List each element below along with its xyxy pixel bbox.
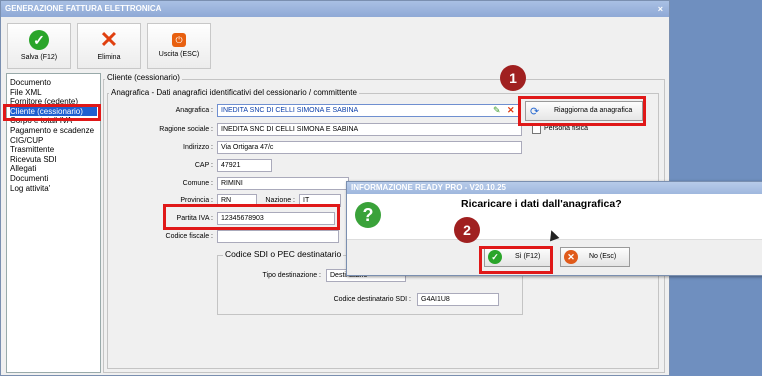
window-title: GENERAZIONE FATTURA ELETTRONICA — [5, 4, 162, 13]
check-icon: ✓ — [29, 30, 49, 50]
window-titlebar: GENERAZIONE FATTURA ELETTRONICA × — [1, 1, 669, 17]
ragione-sociale-label: Ragione sociale : — [159, 126, 213, 133]
provincia-label: Provincia : — [180, 197, 213, 204]
comune-label: Comune : — [182, 180, 213, 187]
persona-fisica-label: Persona fisica — [544, 125, 588, 132]
dialog-titlebar: INFORMAZIONE READY PRO - V20.10.25 — [347, 182, 762, 194]
dialog-message: Ricaricare i dati dall'anagrafica? — [461, 198, 622, 210]
persona-fisica-checkbox[interactable] — [532, 125, 541, 134]
anagrafica-section-title: Anagrafica - Dati anagrafici identificat… — [109, 88, 359, 97]
save-button-label: Salva (F12) — [20, 54, 58, 61]
no-button[interactable]: ✕ No (Esc) — [560, 247, 630, 267]
exit-button-label: Uscita (ESC) — [158, 51, 200, 58]
nazione-label: Nazione : — [265, 197, 295, 204]
sidebar-item-documento[interactable]: Documento — [10, 78, 97, 88]
x-icon: ✕ — [99, 27, 119, 52]
sidebar: Documento File XML Fornitore (cedente) C… — [6, 73, 101, 373]
exit-icon: ⏻ — [172, 33, 186, 47]
sidebar-item-corpo[interactable]: Corpo e totali IVA — [10, 116, 97, 126]
yes-button[interactable]: ✓ Sì (F12) — [484, 247, 552, 267]
sidebar-item-documenti[interactable]: Documenti — [10, 174, 97, 184]
sidebar-item-cig-cup[interactable]: CIG/CUP — [10, 136, 97, 146]
codice-fiscale-field[interactable] — [217, 230, 339, 243]
dialog-footer: ✓ Sì (F12) ✕ No (Esc) — [347, 239, 762, 275]
provincia-field[interactable]: RN — [217, 194, 257, 207]
check-icon: ✓ — [488, 250, 502, 264]
partita-iva-label: Partita IVA : — [176, 215, 213, 222]
step-badge-1: 1 — [500, 65, 526, 91]
indirizzo-label: Indirizzo : — [183, 144, 213, 151]
cancel-icon: ✕ — [564, 250, 578, 264]
sdi-group-title: Codice SDI o PEC destinatario — [223, 249, 344, 259]
sidebar-item-pagamento[interactable]: Pagamento e scadenze — [10, 126, 97, 136]
anagrafica-field[interactable]: INEDITA SNC DI CELLI SIMONA E SABINA — [217, 104, 520, 117]
sidebar-item-file-xml[interactable]: File XML — [10, 88, 97, 98]
delete-button[interactable]: ✕ Elimina — [77, 23, 141, 69]
cap-field[interactable]: 47921 — [217, 159, 272, 172]
step-badge-2: 2 — [454, 217, 480, 243]
anagrafica-label: Anagrafica : — [175, 107, 213, 114]
sidebar-item-trasmittente[interactable]: Trasmittente — [10, 145, 97, 155]
reload-from-registry-button[interactable]: ⟳ Riaggiorna da anagrafica — [525, 101, 643, 121]
close-icon[interactable]: × — [658, 1, 663, 17]
refresh-icon: ⟳ — [530, 106, 540, 118]
ragione-sociale-field[interactable]: INEDITA SNC DI CELLI SIMONA E SABINA — [217, 123, 522, 136]
sidebar-item-cliente[interactable]: Cliente (cessionario) — [10, 106, 97, 117]
clear-icon[interactable]: ✕ — [507, 106, 515, 115]
sidebar-item-log[interactable]: Log attivita' — [10, 184, 97, 194]
indirizzo-field[interactable]: Via Ortigara 47/c — [217, 141, 522, 154]
no-button-label: No (Esc) — [589, 253, 617, 260]
sidebar-item-allegati[interactable]: Allegati — [10, 164, 97, 174]
cap-label: CAP : — [194, 162, 213, 169]
nazione-field[interactable]: IT — [299, 194, 341, 207]
pencil-icon[interactable]: ✎ — [493, 106, 501, 115]
save-button[interactable]: ✓ Salva (F12) — [7, 23, 71, 69]
client-group-title: Cliente (cessionario) — [105, 73, 182, 82]
delete-button-label: Elimina — [97, 54, 121, 61]
comune-field[interactable]: RIMINI — [217, 177, 349, 190]
exit-button[interactable]: ⏻ Uscita (ESC) — [147, 23, 211, 69]
partita-iva-field[interactable]: 12345678903 — [217, 212, 335, 225]
codice-destinatario-label: Codice destinatario SDI : — [333, 296, 411, 303]
yes-button-label: Sì (F12) — [515, 253, 541, 260]
question-icon: ? — [355, 202, 381, 228]
reload-button-label: Riaggiorna da anagrafica — [554, 107, 633, 114]
codice-fiscale-label: Codice fiscale : — [165, 233, 213, 240]
sidebar-item-fornitore[interactable]: Fornitore (cedente) — [10, 97, 97, 107]
tipo-destinazione-label: Tipo destinazione : — [262, 272, 322, 279]
codice-destinatario-field[interactable]: G4AI1U8 — [417, 293, 499, 306]
sidebar-item-ricevuta-sdi[interactable]: Ricevuta SDI — [10, 155, 97, 165]
